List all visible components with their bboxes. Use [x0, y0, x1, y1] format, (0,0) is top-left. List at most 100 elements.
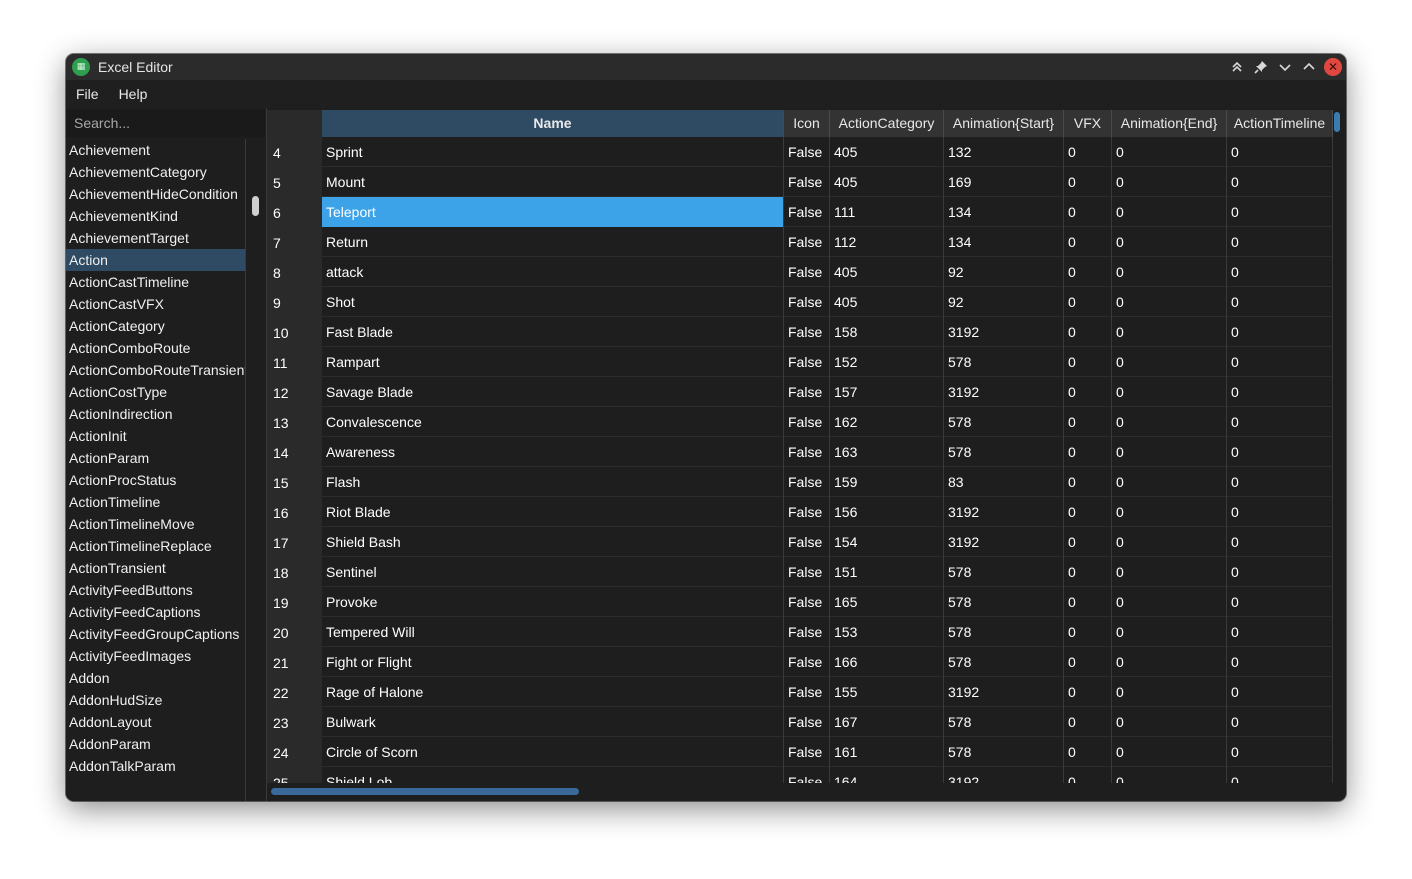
close-icon[interactable]: ✕ — [1324, 58, 1342, 76]
table-cell-animation-end[interactable]: 0 — [1112, 197, 1227, 227]
table-cell-animation-end[interactable]: 0 — [1112, 257, 1227, 287]
table-cell-action-category[interactable]: 156 — [830, 497, 944, 527]
table-row[interactable]: 19 Provoke False 165 578 0 0 0 — [267, 587, 1333, 617]
table-cell-action-category[interactable]: 166 — [830, 647, 944, 677]
table-cell-animation-end[interactable]: 0 — [1112, 527, 1227, 557]
sheet-item[interactable]: Action — [66, 249, 245, 271]
pin-icon[interactable] — [1250, 57, 1272, 77]
column-header-animation-start[interactable]: Animation{Start} — [944, 110, 1064, 137]
table-row[interactable]: 17 Shield Bash False 154 3192 0 0 0 — [267, 527, 1333, 557]
table-cell-name[interactable]: Bulwark — [322, 707, 784, 737]
table-cell-name[interactable]: attack — [322, 257, 784, 287]
table-cell-animation-start[interactable]: 3192 — [944, 377, 1064, 407]
table-cell-animation-end[interactable]: 0 — [1112, 407, 1227, 437]
table-cell-action-timeline[interactable]: 0 — [1227, 677, 1333, 707]
table-cell-action-category[interactable]: 405 — [830, 137, 944, 167]
sheet-item[interactable]: ActionIndirection — [66, 403, 245, 425]
sheet-item[interactable]: ActionCostType — [66, 381, 245, 403]
double-chevron-up-icon[interactable] — [1226, 57, 1248, 77]
table-cell-vfx[interactable]: 0 — [1064, 377, 1112, 407]
sheet-item[interactable]: ActionInit — [66, 425, 245, 447]
table-cell-vfx[interactable]: 0 — [1064, 167, 1112, 197]
table-cell-animation-end[interactable]: 0 — [1112, 317, 1227, 347]
table-row[interactable]: 9 Shot False 405 92 0 0 0 — [267, 287, 1333, 317]
table-cell-icon[interactable]: False — [784, 347, 830, 377]
sheet-item[interactable]: AddonTalkParam — [66, 755, 245, 777]
table-cell-animation-start[interactable]: 132 — [944, 137, 1064, 167]
sheet-item[interactable]: ActivityFeedCaptions — [66, 601, 245, 623]
maximize-icon[interactable] — [1298, 57, 1320, 77]
table-cell-action-category[interactable]: 157 — [830, 377, 944, 407]
table-cell-action-category[interactable]: 155 — [830, 677, 944, 707]
sheet-item[interactable]: ActionComboRouteTransient — [66, 359, 245, 381]
table-cell-name[interactable]: Tempered Will — [322, 617, 784, 647]
table-cell-vfx[interactable]: 0 — [1064, 647, 1112, 677]
sheet-item[interactable]: ActivityFeedButtons — [66, 579, 245, 601]
table-cell-vfx[interactable]: 0 — [1064, 257, 1112, 287]
row-number[interactable]: 7 — [267, 227, 322, 257]
table-cell-animation-end[interactable]: 0 — [1112, 497, 1227, 527]
table-cell-animation-end[interactable]: 0 — [1112, 617, 1227, 647]
row-number[interactable]: 18 — [267, 557, 322, 587]
table-cell-action-timeline[interactable]: 0 — [1227, 737, 1333, 767]
sheet-item[interactable]: ActionParam — [66, 447, 245, 469]
table-cell-animation-start[interactable]: 3192 — [944, 767, 1064, 783]
table-cell-animation-start[interactable]: 3192 — [944, 677, 1064, 707]
table-cell-animation-end[interactable]: 0 — [1112, 587, 1227, 617]
table-cell-vfx[interactable]: 0 — [1064, 737, 1112, 767]
table-cell-name[interactable]: Convalescence — [322, 407, 784, 437]
table-cell-action-timeline[interactable]: 0 — [1227, 317, 1333, 347]
table-cell-name[interactable]: Savage Blade — [322, 377, 784, 407]
table-cell-action-category[interactable]: 162 — [830, 407, 944, 437]
column-header-vfx[interactable]: VFX — [1064, 110, 1112, 137]
table-cell-icon[interactable]: False — [784, 167, 830, 197]
table-cell-animation-end[interactable]: 0 — [1112, 287, 1227, 317]
table-cell-animation-end[interactable]: 0 — [1112, 437, 1227, 467]
table-cell-action-category[interactable]: 153 — [830, 617, 944, 647]
table-cell-name[interactable]: Shield Bash — [322, 527, 784, 557]
table-cell-action-timeline[interactable]: 0 — [1227, 767, 1333, 783]
table-cell-action-timeline[interactable]: 0 — [1227, 227, 1333, 257]
table-row[interactable]: 6 Teleport False 111 134 0 0 0 — [267, 197, 1333, 227]
table-cell-action-timeline[interactable]: 0 — [1227, 557, 1333, 587]
table-cell-vfx[interactable]: 0 — [1064, 707, 1112, 737]
row-number[interactable]: 24 — [267, 737, 322, 767]
table-cell-action-timeline[interactable]: 0 — [1227, 497, 1333, 527]
table-cell-action-timeline[interactable]: 0 — [1227, 347, 1333, 377]
table-cell-icon[interactable]: False — [784, 587, 830, 617]
table-cell-animation-start[interactable]: 92 — [944, 257, 1064, 287]
table-cell-icon[interactable]: False — [784, 197, 830, 227]
table-cell-icon[interactable]: False — [784, 317, 830, 347]
table-cell-animation-end[interactable]: 0 — [1112, 677, 1227, 707]
grid-vertical-scrollbar[interactable] — [1334, 112, 1340, 132]
table-cell-icon[interactable]: False — [784, 557, 830, 587]
table-cell-vfx[interactable]: 0 — [1064, 677, 1112, 707]
row-number[interactable]: 14 — [267, 437, 322, 467]
table-cell-animation-end[interactable]: 0 — [1112, 377, 1227, 407]
sheet-item[interactable]: ActionCategory — [66, 315, 245, 337]
table-cell-animation-end[interactable]: 0 — [1112, 227, 1227, 257]
table-cell-action-category[interactable]: 165 — [830, 587, 944, 617]
table-cell-action-timeline[interactable]: 0 — [1227, 257, 1333, 287]
table-cell-icon[interactable]: False — [784, 527, 830, 557]
table-cell-name[interactable]: Circle of Scorn — [322, 737, 784, 767]
table-cell-vfx[interactable]: 0 — [1064, 587, 1112, 617]
table-row[interactable]: 25 Shield Lob False 164 3192 0 0 0 — [267, 767, 1333, 783]
sheet-item[interactable]: ActivityFeedImages — [66, 645, 245, 667]
table-cell-name[interactable]: Teleport — [322, 197, 784, 227]
table-cell-name[interactable]: Riot Blade — [322, 497, 784, 527]
table-cell-animation-end[interactable]: 0 — [1112, 647, 1227, 677]
table-cell-icon[interactable]: False — [784, 707, 830, 737]
table-row[interactable]: 22 Rage of Halone False 155 3192 0 0 0 — [267, 677, 1333, 707]
table-cell-action-timeline[interactable]: 0 — [1227, 137, 1333, 167]
grid-horizontal-scrollbar[interactable] — [271, 788, 579, 795]
sheet-item[interactable]: ActionProcStatus — [66, 469, 245, 491]
row-number[interactable]: 17 — [267, 527, 322, 557]
row-number[interactable]: 5 — [267, 167, 322, 197]
table-cell-action-timeline[interactable]: 0 — [1227, 527, 1333, 557]
table-cell-action-timeline[interactable]: 0 — [1227, 437, 1333, 467]
row-number[interactable]: 22 — [267, 677, 322, 707]
table-row[interactable]: 12 Savage Blade False 157 3192 0 0 0 — [267, 377, 1333, 407]
table-row[interactable]: 8 attack False 405 92 0 0 0 — [267, 257, 1333, 287]
sheet-item[interactable]: ActionCastTimeline — [66, 271, 245, 293]
